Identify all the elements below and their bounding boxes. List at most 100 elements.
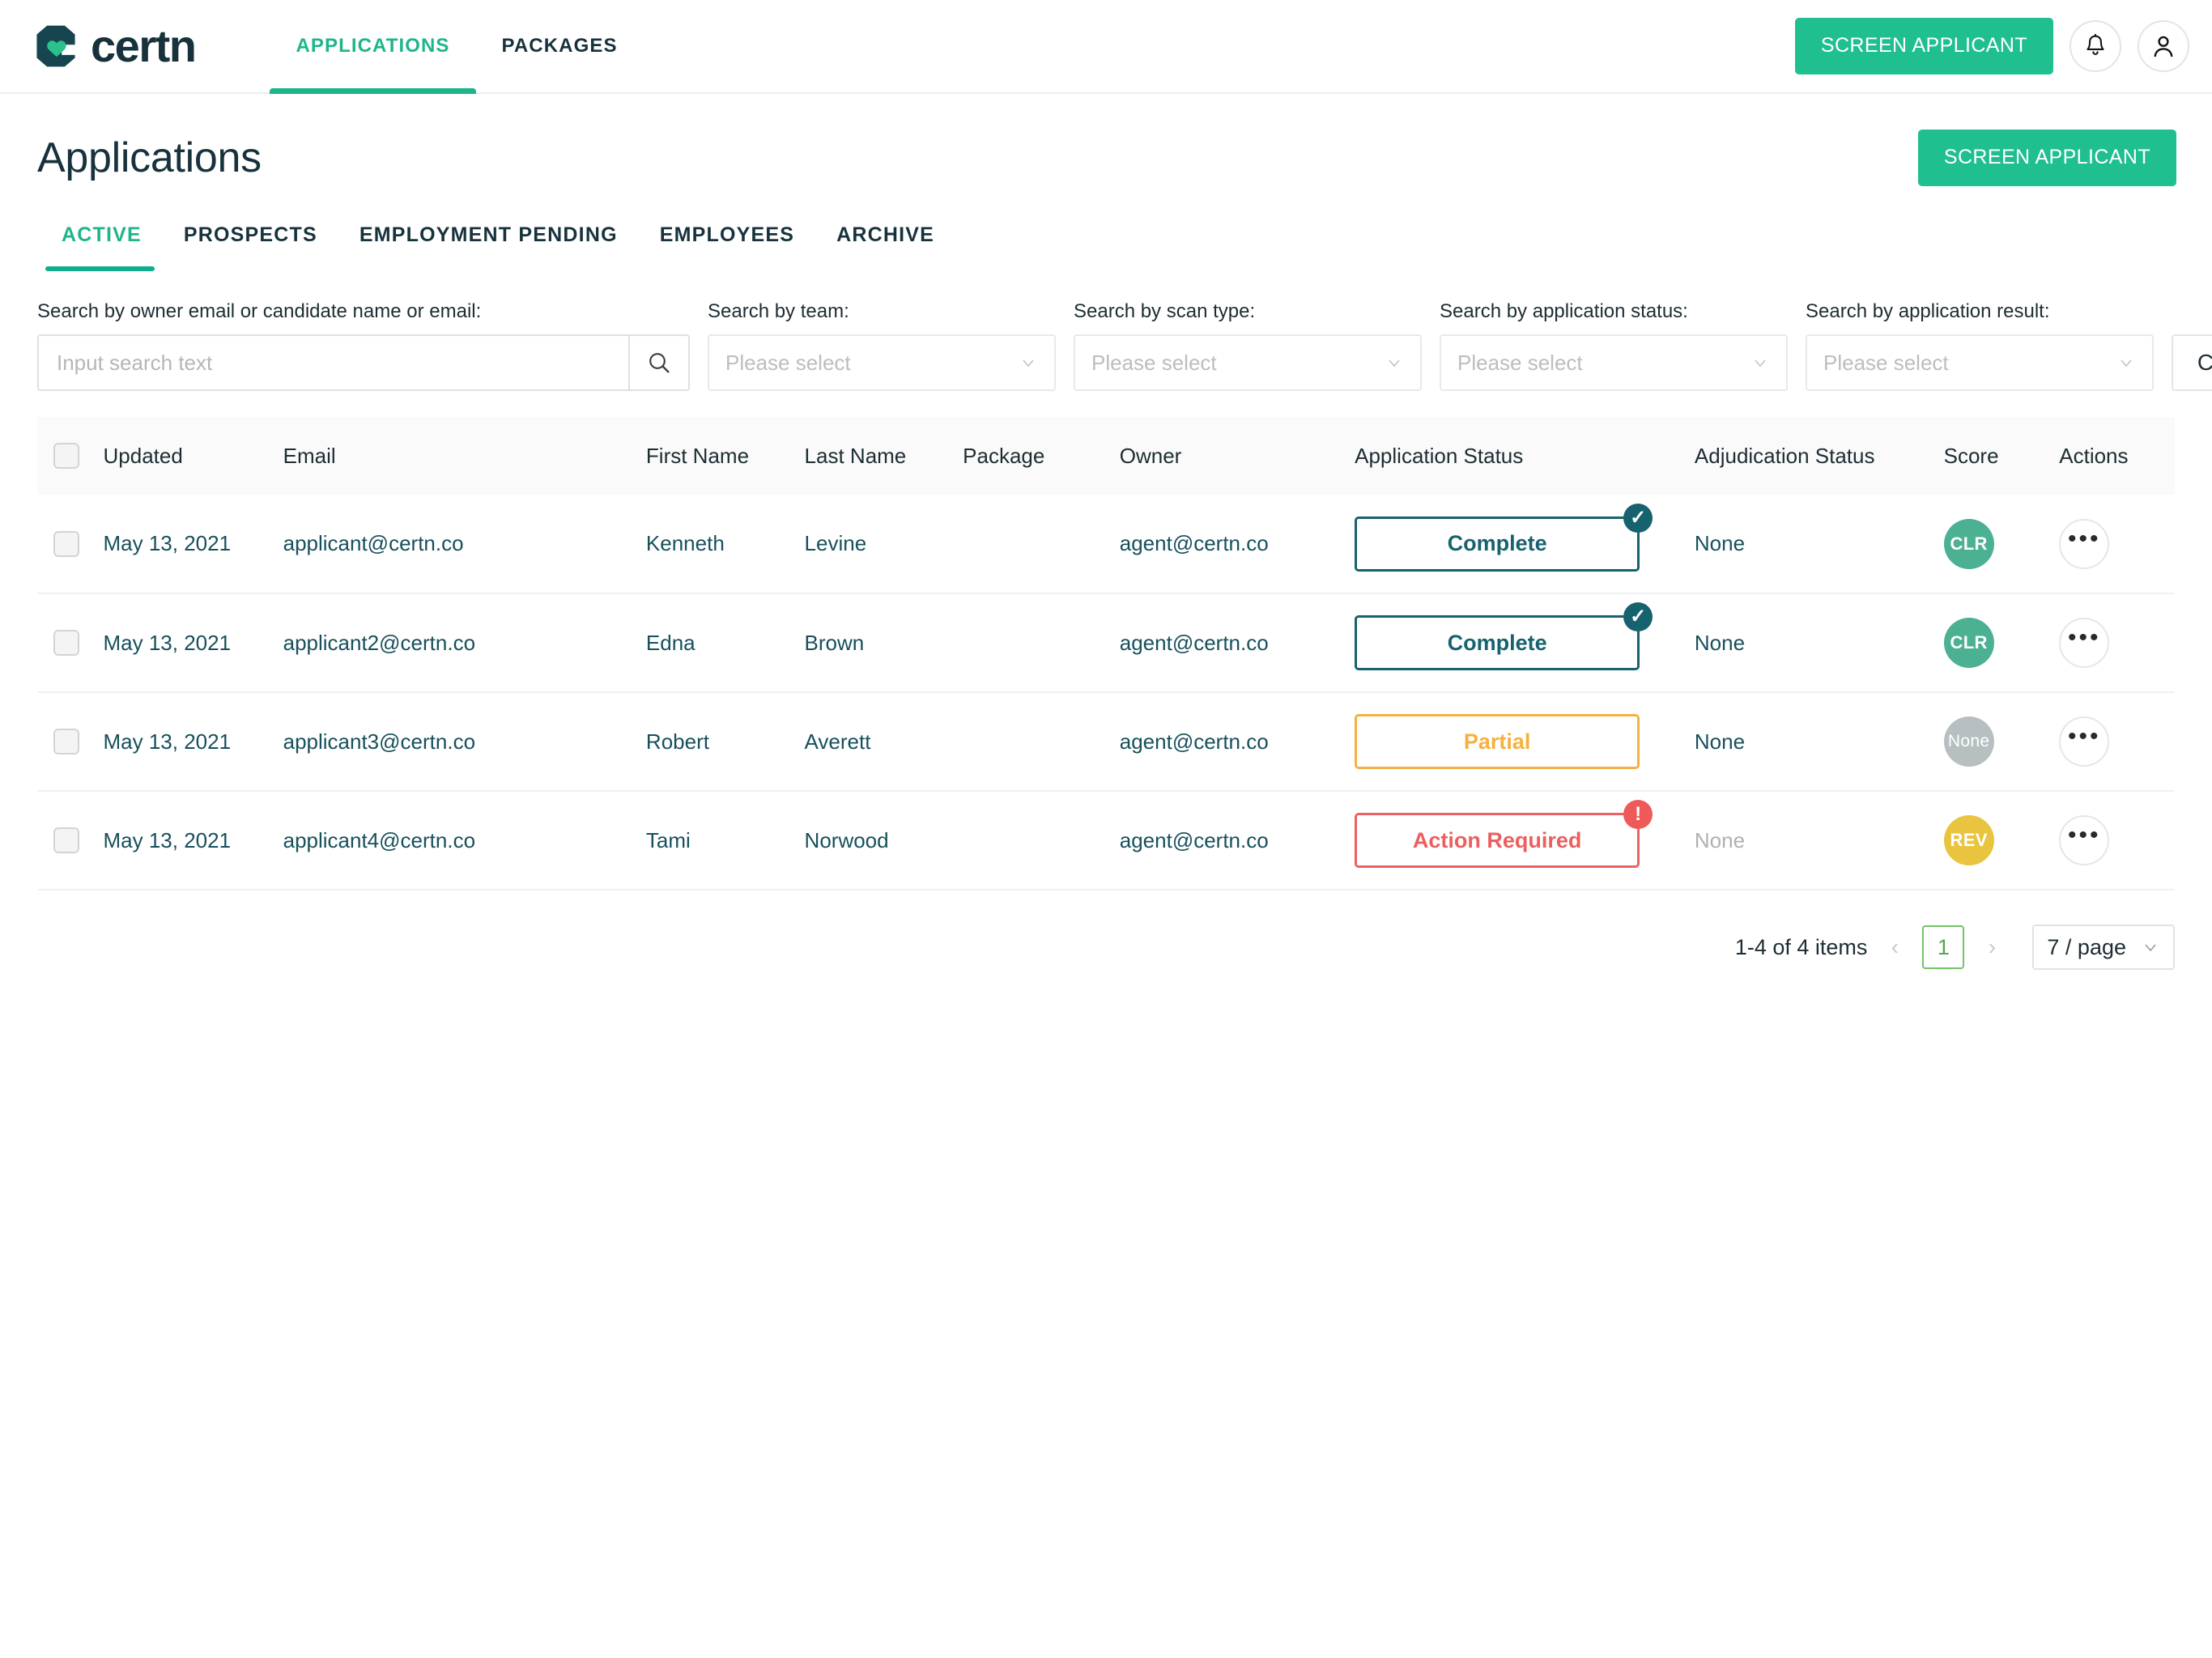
- cell-owner: agent@certn.co: [1120, 593, 1355, 692]
- application-result-filter-value: Please select: [1823, 351, 1949, 376]
- notifications-button[interactable]: [2069, 20, 2121, 72]
- row-select-checkbox[interactable]: [53, 630, 79, 656]
- header-last-name[interactable]: Last Name: [805, 417, 963, 495]
- cell-last-name: Levine: [805, 495, 963, 593]
- chevron-down-icon: [1750, 353, 1770, 372]
- pagination-prev-button[interactable]: ‹: [1880, 928, 1909, 967]
- cell-owner: agent@certn.co: [1120, 791, 1355, 890]
- chevron-down-icon: [2116, 353, 2136, 372]
- row-select-cell: [37, 495, 104, 593]
- cell-actions: •••: [2059, 692, 2175, 791]
- cell-application-status: Action Required !: [1355, 791, 1695, 890]
- cell-application-status: Partial: [1355, 692, 1695, 791]
- row-actions-menu-button[interactable]: •••: [2059, 716, 2109, 767]
- scan-type-filter-select[interactable]: Please select: [1074, 334, 1422, 391]
- header-application-status[interactable]: Application Status: [1355, 417, 1695, 495]
- cell-score: None: [1944, 692, 2060, 791]
- status-badge-partial[interactable]: Partial: [1355, 714, 1640, 769]
- tab-employees[interactable]: EMPLOYEES: [639, 223, 815, 271]
- per-page-select[interactable]: 7 / page: [2032, 925, 2175, 970]
- header-email[interactable]: Email: [283, 417, 646, 495]
- status-badge-action-required[interactable]: Action Required: [1355, 813, 1640, 868]
- cell-first-name: Tami: [646, 791, 805, 890]
- account-menu-button[interactable]: [2138, 20, 2189, 72]
- cell-actions: •••: [2059, 791, 2175, 890]
- cell-first-name: Edna: [646, 593, 805, 692]
- cell-updated: May 13, 2021: [104, 791, 283, 890]
- pagination-next-button[interactable]: ›: [1977, 928, 2006, 967]
- status-badge-complete[interactable]: Complete: [1355, 517, 1640, 572]
- row-select-checkbox[interactable]: [53, 827, 79, 853]
- select-all-header: [37, 417, 104, 495]
- tab-employment-pending[interactable]: EMPLOYMENT PENDING: [338, 223, 639, 271]
- select-all-checkbox[interactable]: [53, 443, 79, 469]
- score-badge: CLR: [1944, 618, 1994, 668]
- cell-actions: •••: [2059, 593, 2175, 692]
- header-first-name[interactable]: First Name: [646, 417, 805, 495]
- header-score[interactable]: Score: [1944, 417, 2060, 495]
- header-updated[interactable]: Updated: [104, 417, 283, 495]
- filter-search-group: Search by owner email or candidate name …: [37, 300, 690, 391]
- status-pill-wrapper: Partial: [1355, 714, 1640, 769]
- search-input[interactable]: [37, 334, 628, 391]
- table-row[interactable]: May 13, 2021 applicant3@certn.co Robert …: [37, 692, 2175, 791]
- filter-team-group: Search by team: Please select: [708, 300, 1056, 391]
- tab-archive-label: ARCHIVE: [836, 223, 934, 246]
- header-owner[interactable]: Owner: [1120, 417, 1355, 495]
- page-header: Applications SCREEN APPLICANT: [0, 94, 2212, 186]
- search-field-wrapper: [37, 334, 690, 391]
- tab-active-label: ACTIVE: [62, 223, 142, 246]
- nav-link-applications[interactable]: APPLICATIONS: [270, 0, 475, 92]
- application-result-filter-select[interactable]: Please select: [1806, 334, 2154, 391]
- application-status-filter-value: Please select: [1457, 351, 1583, 376]
- cell-adjudication-status: None: [1695, 692, 1944, 791]
- cell-email[interactable]: applicant@certn.co: [283, 495, 646, 593]
- score-badge: None: [1944, 716, 1994, 767]
- header-package[interactable]: Package: [963, 417, 1120, 495]
- cell-actions: •••: [2059, 495, 2175, 593]
- brand-logo[interactable]: certn: [32, 23, 195, 70]
- tab-employees-label: EMPLOYEES: [660, 223, 794, 246]
- score-badge: REV: [1944, 815, 1994, 865]
- tab-archive[interactable]: ARCHIVE: [815, 223, 955, 271]
- nav-link-packages[interactable]: PACKAGES: [476, 0, 644, 92]
- row-actions-menu-button[interactable]: •••: [2059, 618, 2109, 668]
- row-actions-menu-button[interactable]: •••: [2059, 815, 2109, 865]
- cell-email[interactable]: applicant2@certn.co: [283, 593, 646, 692]
- applications-tabs: ACTIVE PROSPECTS EMPLOYMENT PENDING EMPL…: [0, 223, 2212, 271]
- table-row[interactable]: May 13, 2021 applicant4@certn.co Tami No…: [37, 791, 2175, 890]
- cell-adjudication-status: None: [1695, 593, 1944, 692]
- clear-all-button[interactable]: Clear All: [2172, 334, 2212, 391]
- row-select-checkbox[interactable]: [53, 729, 79, 755]
- cell-application-status: Complete ✓: [1355, 593, 1695, 692]
- screen-applicant-button-page[interactable]: SCREEN APPLICANT: [1918, 130, 2176, 186]
- cell-application-status: Complete ✓: [1355, 495, 1695, 593]
- tab-prospects[interactable]: PROSPECTS: [163, 223, 338, 271]
- application-status-filter-select[interactable]: Please select: [1440, 334, 1788, 391]
- row-select-checkbox[interactable]: [53, 531, 79, 557]
- cell-package: [963, 495, 1120, 593]
- search-submit-button[interactable]: [628, 334, 690, 391]
- cell-package: [963, 692, 1120, 791]
- header-adjudication-status[interactable]: Adjudication Status: [1695, 417, 1944, 495]
- table-row[interactable]: May 13, 2021 applicant@certn.co Kenneth …: [37, 495, 2175, 593]
- cell-first-name: Kenneth: [646, 495, 805, 593]
- cell-adjudication-status: None: [1695, 791, 1944, 890]
- screen-applicant-button-header[interactable]: SCREEN APPLICANT: [1795, 18, 2053, 74]
- status-badge-complete[interactable]: Complete: [1355, 615, 1640, 670]
- table-row[interactable]: May 13, 2021 applicant2@certn.co Edna Br…: [37, 593, 2175, 692]
- cell-email[interactable]: applicant3@certn.co: [283, 692, 646, 791]
- cell-email[interactable]: applicant4@certn.co: [283, 791, 646, 890]
- top-navigation-bar: certn APPLICATIONS PACKAGES SCREEN APPLI…: [0, 0, 2212, 94]
- pagination-page-1[interactable]: 1: [1922, 925, 1964, 969]
- adjudication-status-value: None: [1695, 631, 1745, 655]
- team-filter-select[interactable]: Please select: [708, 334, 1056, 391]
- adjudication-status-value: None: [1695, 729, 1745, 754]
- cell-updated: May 13, 2021: [104, 495, 283, 593]
- tab-active[interactable]: ACTIVE: [37, 223, 163, 271]
- application-status-filter-label: Search by application status:: [1440, 300, 1788, 323]
- row-actions-menu-button[interactable]: •••: [2059, 519, 2109, 569]
- chevron-down-icon: [2141, 937, 2160, 957]
- application-result-filter-label: Search by application result:: [1806, 300, 2154, 323]
- search-label: Search by owner email or candidate name …: [37, 300, 690, 323]
